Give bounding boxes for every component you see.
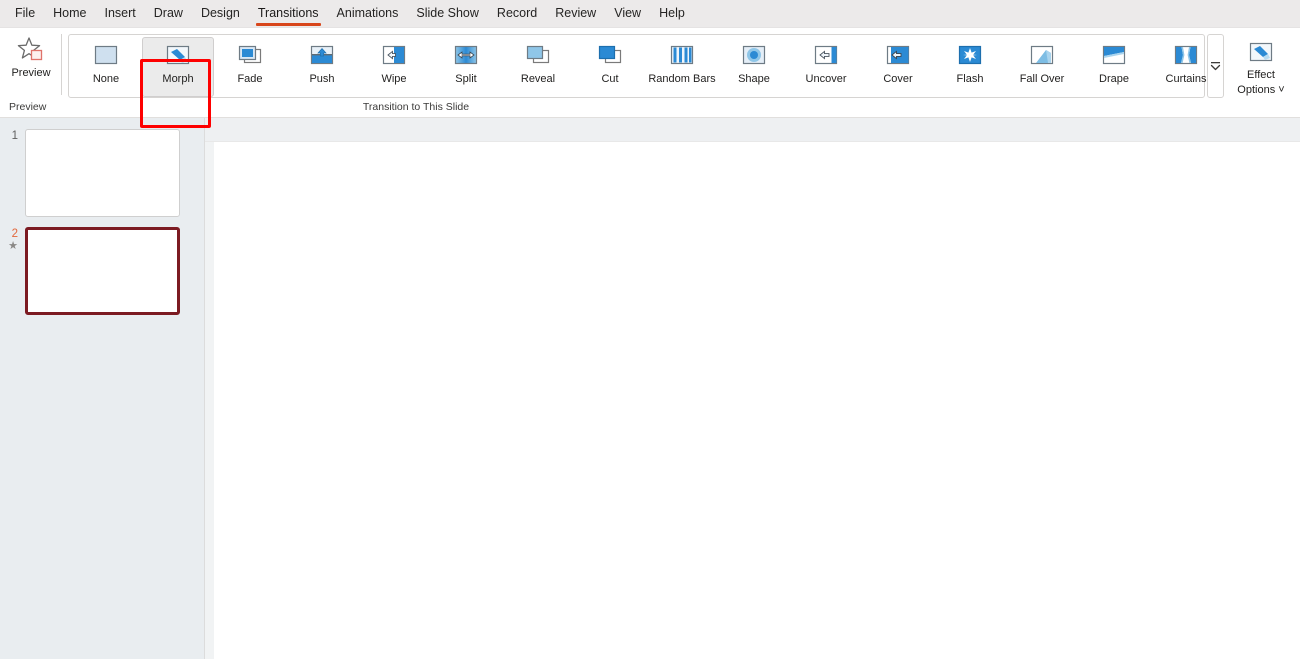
transition-item-label: Morph xyxy=(162,73,194,85)
transition-flash-icon xyxy=(954,43,986,69)
transition-item-flash[interactable]: Flash xyxy=(934,37,1006,97)
transition-item-label: Uncover xyxy=(805,73,847,85)
transition-item-random-bars[interactable]: Random Bars xyxy=(646,37,718,97)
menu-tab-file[interactable]: File xyxy=(6,0,44,28)
transition-item-label: Flash xyxy=(956,73,984,85)
transition-push-icon xyxy=(306,43,338,69)
transition-item-wipe[interactable]: Wipe xyxy=(358,37,430,97)
effect-options-label-line1: Effect xyxy=(1247,69,1275,81)
transition-split-icon xyxy=(450,43,482,69)
transition-gallery[interactable]: None Morph Fade Push Wipe Split Reveal C… xyxy=(68,34,1207,98)
transition-morph-icon xyxy=(162,43,194,69)
menu-tab-design[interactable]: Design xyxy=(192,0,249,28)
menu-tab-review[interactable]: Review xyxy=(546,0,605,28)
transition-fall-over-icon xyxy=(1026,43,1058,69)
transition-item-reveal[interactable]: Reveal xyxy=(502,37,574,97)
transition-drape-icon xyxy=(1098,43,1130,69)
transition-cover-icon xyxy=(882,43,914,69)
transition-item-drape[interactable]: Drape xyxy=(1078,37,1150,97)
transition-item-none[interactable]: None xyxy=(70,37,142,97)
transition-item-shape[interactable]: Shape xyxy=(718,37,790,97)
transition-item-cut[interactable]: Cut xyxy=(574,37,646,97)
effect-options-button[interactable]: Effect Options ˅ xyxy=(1230,36,1292,97)
transition-random-bars-icon xyxy=(666,43,698,69)
transition-item-label: Drape xyxy=(1099,73,1129,85)
ribbon: Preview Preview None Morph Fade Push Wip… xyxy=(0,28,1300,128)
menu-tab-record[interactable]: Record xyxy=(488,0,546,28)
menu-bar: File Home Insert Draw Design Transitions… xyxy=(0,0,1300,28)
transition-reveal-icon xyxy=(522,43,554,69)
transition-wipe-icon xyxy=(378,43,410,69)
preview-star-icon xyxy=(16,36,46,64)
transition-uncover-icon xyxy=(810,43,842,69)
transition-item-morph[interactable]: Morph xyxy=(142,37,214,97)
preview-button[interactable]: Preview xyxy=(3,32,59,79)
transition-curtains-icon xyxy=(1170,43,1202,69)
transition-item-label: Fade xyxy=(237,73,263,85)
slide-thumbnail-item[interactable]: 1 xyxy=(0,129,204,217)
slide-thumbnail-pane[interactable]: 1 2 ★ xyxy=(0,118,205,659)
menu-tab-slide-show[interactable]: Slide Show xyxy=(407,0,488,28)
transition-item-label: Shape xyxy=(738,73,770,85)
menu-tab-animations[interactable]: Animations xyxy=(328,0,408,28)
slide-transition-star-icon: ★ xyxy=(8,240,18,252)
transition-item-label: Random Bars xyxy=(648,73,716,85)
preview-button-label: Preview xyxy=(11,67,51,79)
ribbon-group-preview: Preview Preview xyxy=(0,28,61,117)
slide-area-left-strip xyxy=(205,142,214,659)
slide-thumbnail-selected[interactable] xyxy=(25,227,180,315)
slide-canvas[interactable] xyxy=(214,142,1300,659)
slide-editing-area xyxy=(205,118,1300,659)
menu-tab-view[interactable]: View xyxy=(605,0,650,28)
menu-tab-transitions[interactable]: Transitions xyxy=(249,0,328,28)
transition-item-label: Wipe xyxy=(381,73,407,85)
menu-tab-home[interactable]: Home xyxy=(44,0,95,28)
transition-none-icon xyxy=(90,43,122,69)
ribbon-group-transition-to-this-slide: None Morph Fade Push Wipe Split Reveal C… xyxy=(62,28,1300,117)
slide-thumbnail[interactable] xyxy=(25,129,180,217)
transition-item-fall-over[interactable]: Fall Over xyxy=(1006,37,1078,97)
workspace: 1 2 ★ xyxy=(0,118,1300,659)
transition-item-cover[interactable]: Cover xyxy=(862,37,934,97)
transition-group-label: Transition to This Slide xyxy=(362,101,470,113)
transition-item-label: Fall Over xyxy=(1019,73,1065,85)
transition-item-fade[interactable]: Fade xyxy=(214,37,286,97)
transition-shape-icon xyxy=(738,43,770,69)
slide-number: 2 xyxy=(11,228,18,240)
transition-item-split[interactable]: Split xyxy=(430,37,502,97)
gallery-more-chevron-icon xyxy=(1210,60,1221,72)
transition-item-label: Push xyxy=(309,73,335,85)
effect-options-icon xyxy=(1245,41,1277,67)
transition-item-label: Curtains xyxy=(1165,73,1207,85)
transition-item-label: Cover xyxy=(883,73,913,85)
menu-tab-draw[interactable]: Draw xyxy=(145,0,192,28)
transition-item-label: Reveal xyxy=(520,73,556,85)
slide-thumbnail-item[interactable]: 2 ★ xyxy=(0,227,204,315)
transition-item-uncover[interactable]: Uncover xyxy=(790,37,862,97)
menu-tab-help[interactable]: Help xyxy=(650,0,694,28)
menu-tab-insert[interactable]: Insert xyxy=(96,0,145,28)
slide-area-top-band xyxy=(205,118,1300,142)
preview-group-label: Preview xyxy=(9,101,47,113)
transition-gallery-more-button[interactable] xyxy=(1207,34,1224,98)
transition-cut-icon xyxy=(594,43,626,69)
transition-item-push[interactable]: Push xyxy=(286,37,358,97)
transition-item-label: Split xyxy=(455,73,477,85)
slide-number: 1 xyxy=(11,130,18,142)
transition-fade-icon xyxy=(234,43,266,69)
effect-options-label-line2: Options ˅ xyxy=(1237,84,1285,96)
transition-item-label: None xyxy=(92,73,120,85)
chevron-down-icon: ˅ xyxy=(1278,84,1285,96)
transition-item-label: Cut xyxy=(601,73,619,85)
